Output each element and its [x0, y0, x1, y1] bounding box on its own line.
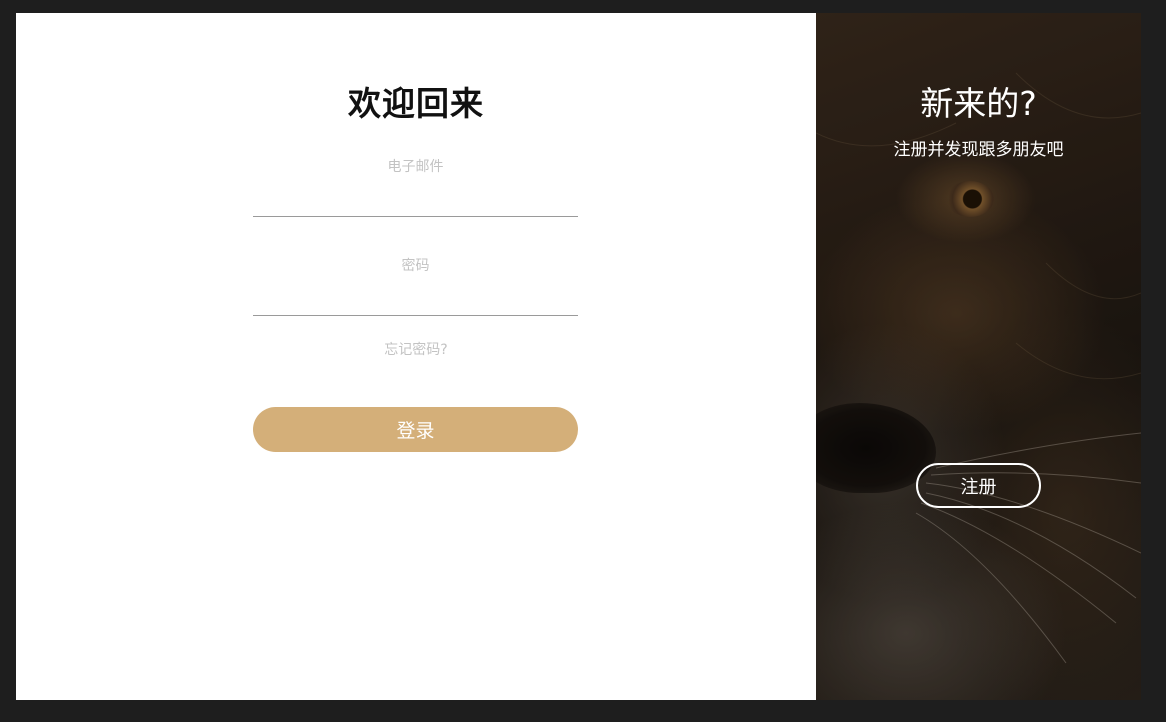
login-panel: 欢迎回来 电子邮件 密码 忘记密码? 登录	[16, 13, 816, 700]
signup-title: 新来的?	[920, 84, 1037, 123]
forgot-password-link[interactable]: 忘记密码?	[16, 339, 816, 359]
signup-panel: 新来的? 注册并发现跟多朋友吧 注册	[816, 13, 1141, 700]
login-title: 欢迎回来	[348, 84, 484, 123]
signup-button[interactable]: 注册	[916, 463, 1041, 508]
email-input[interactable]	[253, 177, 578, 217]
email-field: 电子邮件	[253, 157, 578, 217]
password-field: 密码	[253, 256, 578, 316]
password-input[interactable]	[253, 276, 578, 316]
password-label: 密码	[401, 258, 430, 274]
login-button[interactable]: 登录	[253, 407, 578, 452]
email-label: 电子邮件	[387, 159, 444, 175]
signup-subtitle: 注册并发现跟多朋友吧	[893, 140, 1064, 160]
auth-container: 欢迎回来 电子邮件 密码 忘记密码? 登录 新来的? 注册并发现跟多朋友吧 注册	[16, 13, 1141, 700]
